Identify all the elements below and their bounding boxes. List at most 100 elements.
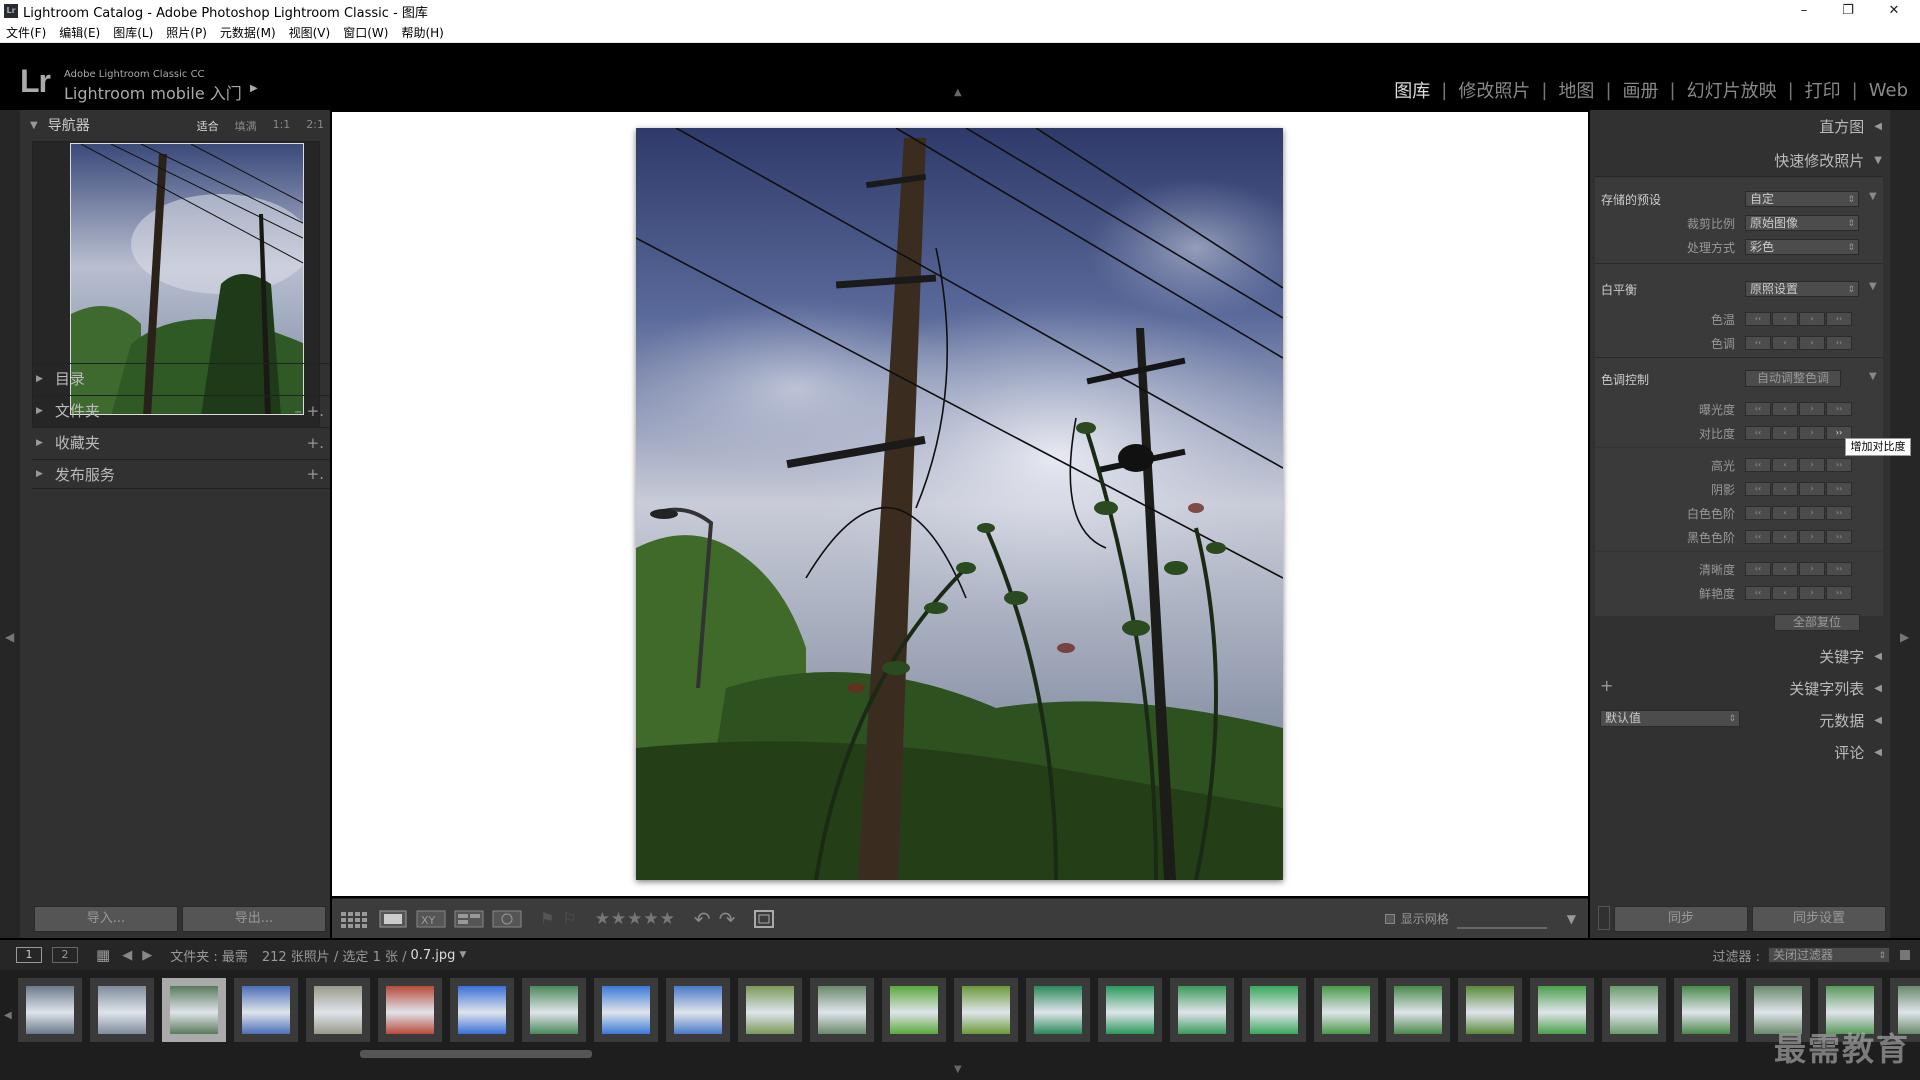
auto-sync-toggle[interactable] [1598, 906, 1610, 930]
reject-flag-icon[interactable]: ⚐ [562, 909, 576, 928]
filmstrip-thumbnail[interactable] [1098, 978, 1162, 1042]
filmstrip-thumbnail[interactable] [1386, 978, 1450, 1042]
sync-button[interactable]: 同步 [1614, 906, 1748, 932]
forward-arrow-icon[interactable]: ▶ [142, 948, 152, 963]
filmstrip-source[interactable]: 文件夹 : 最需 [170, 946, 248, 965]
shadows-buttons[interactable]: ‹‹ ‹ › ›› [1745, 482, 1852, 496]
filmstrip-thumbnail[interactable] [378, 978, 442, 1042]
filmstrip-thumbnail[interactable] [1242, 978, 1306, 1042]
menu-edit[interactable]: 编辑(E) [59, 24, 100, 41]
reset-all-button[interactable]: 全部复位 [1774, 614, 1860, 631]
filmstrip-thumbnail[interactable] [666, 978, 730, 1042]
grid-icon[interactable]: ▦ [96, 946, 110, 964]
compare-view-icon[interactable]: XY [416, 909, 446, 929]
filmstrip-thumbnail[interactable] [954, 978, 1018, 1042]
white-balance-dropdown[interactable]: 原照设置 ⇕ [1745, 281, 1859, 297]
main-photo[interactable] [636, 128, 1283, 880]
people-view-icon[interactable] [492, 909, 522, 929]
saved-preset-dropdown[interactable]: 自定 ⇕ [1745, 191, 1859, 207]
show-grid-checkbox[interactable] [1384, 913, 1395, 924]
close-button[interactable]: ✕ [1872, 0, 1916, 22]
wb-triangle-icon[interactable]: ▼ [1869, 281, 1877, 292]
whites-buttons[interactable]: ‹‹ ‹ › ›› [1745, 506, 1852, 520]
vibrance-buttons[interactable]: ‹‹ ‹ › ›› [1745, 586, 1852, 600]
filmstrip-thumbnail[interactable] [738, 978, 802, 1042]
module-library[interactable]: 图库 [1394, 77, 1430, 103]
export-button[interactable]: 导出... [182, 906, 326, 932]
tint-buttons[interactable]: ‹‹ ‹ › ›› [1745, 336, 1852, 350]
collections-section[interactable]: ▶ 收藏夹 +. [32, 427, 330, 457]
left-collapse-icon[interactable]: ◀ [5, 630, 14, 644]
filmstrip-thumbnail[interactable] [594, 978, 658, 1042]
comments-header[interactable]: 评论 ◀ [1834, 742, 1882, 763]
filter-dropdown[interactable]: 关闭过滤器 ⇕ [1768, 947, 1890, 963]
metadata-header[interactable]: 元数据 ◀ [1819, 710, 1882, 731]
filename-menu-icon[interactable]: ▼ [459, 950, 466, 960]
minimize-button[interactable]: – [1782, 0, 1826, 22]
zoom-2-1[interactable]: 2:1 [306, 118, 324, 134]
flag-icon[interactable]: ⚑ [540, 909, 554, 928]
filmstrip-thumbnail[interactable] [1602, 978, 1666, 1042]
right-collapse-icon[interactable]: ▶ [1900, 630, 1909, 644]
filmstrip-thumbnail[interactable] [234, 978, 298, 1042]
add-keyword-icon[interactable]: + [1600, 676, 1613, 695]
zoom-fill[interactable]: 填满 [235, 118, 257, 134]
filmstrip-thumbnail[interactable] [1170, 978, 1234, 1042]
module-book[interactable]: 画册 [1623, 77, 1659, 103]
module-develop[interactable]: 修改照片 [1458, 77, 1530, 103]
grid-size-slider[interactable] [1456, 926, 1547, 929]
temp-buttons[interactable]: ‹‹ ‹ › ›› [1745, 312, 1852, 326]
left-panel-edge[interactable]: ◀ [0, 110, 20, 938]
play-icon[interactable]: ▶ [250, 83, 258, 94]
filmstrip-thumbnail[interactable] [1458, 978, 1522, 1042]
exposure-buttons[interactable]: ‹‹ ‹ › ›› [1745, 402, 1852, 416]
grid-view-icon[interactable] [340, 909, 370, 929]
lightroom-mobile-link[interactable]: Lightroom mobile 入门 [64, 80, 242, 104]
module-web[interactable]: Web [1869, 80, 1908, 101]
tone-triangle-icon[interactable]: ▼ [1869, 371, 1877, 382]
crop-overlay-icon[interactable] [749, 909, 779, 929]
menu-metadata[interactable]: 元数据(M) [220, 24, 276, 41]
keyword-list-header[interactable]: 关键字列表 ◀ [1789, 678, 1882, 699]
bottom-panel-toggle-icon[interactable]: ▼ [954, 1064, 962, 1075]
selected-filename[interactable]: 0.7.jpg [410, 948, 455, 963]
zoom-fit[interactable]: 适合 [197, 118, 219, 134]
star-rating[interactable]: ★★★★★ [595, 909, 676, 929]
survey-view-icon[interactable] [454, 909, 484, 929]
rotate-right-icon[interactable]: ↷ [719, 907, 736, 931]
secondary-window-button[interactable]: 2 [52, 947, 78, 963]
maximize-button[interactable]: ❐ [1826, 0, 1870, 22]
zoom-1-1[interactable]: 1:1 [273, 118, 291, 134]
filmstrip-thumbnail[interactable] [306, 978, 370, 1042]
filmstrip-thumbnail[interactable] [90, 978, 154, 1042]
menu-file[interactable]: 文件(F) [6, 24, 46, 41]
filmstrip-thumbnail[interactable] [1674, 978, 1738, 1042]
filmstrip-thumbnail[interactable] [1530, 978, 1594, 1042]
menu-library[interactable]: 图库(L) [113, 24, 153, 41]
filter-lock-icon[interactable] [1900, 950, 1910, 960]
menu-help[interactable]: 帮助(H) [401, 24, 443, 41]
filmstrip-thumbnail[interactable] [882, 978, 946, 1042]
filmstrip-scrollbar[interactable] [360, 1050, 592, 1058]
folders-section[interactable]: ▶ 文件夹 – +. [32, 395, 330, 425]
toolbar-menu-chevron-icon[interactable]: ▼ [1567, 912, 1576, 926]
right-panel-edge[interactable]: ▶ [1890, 110, 1920, 938]
filmstrip-thumbnail[interactable] [1026, 978, 1090, 1042]
filmstrip-thumbnail[interactable] [810, 978, 874, 1042]
clarity-buttons[interactable]: ‹‹ ‹ › ›› [1745, 562, 1852, 576]
module-print[interactable]: 打印 [1805, 77, 1841, 103]
crop-ratio-dropdown[interactable]: 原始图像 ⇕ [1745, 215, 1859, 231]
back-arrow-icon[interactable]: ◀ [122, 948, 132, 963]
quick-develop-header[interactable]: 快速修改照片 ▼ [1774, 150, 1882, 171]
blacks-buttons[interactable]: ‹‹ ‹ › ›› [1745, 530, 1852, 544]
treatment-dropdown[interactable]: 彩色 ⇕ [1745, 239, 1859, 255]
module-slideshow[interactable]: 幻灯片放映 [1687, 77, 1777, 103]
filmstrip-thumbnail[interactable] [162, 978, 226, 1042]
menu-window[interactable]: 窗口(W) [343, 24, 388, 41]
collections-add-icon[interactable]: +. [307, 434, 324, 452]
histogram-header[interactable]: 直方图 ◀ [1819, 116, 1882, 137]
menu-view[interactable]: 视图(V) [289, 24, 331, 41]
contrast-buttons[interactable]: ‹‹ ‹ › ›› [1745, 426, 1852, 440]
rotate-left-icon[interactable]: ↶ [694, 907, 711, 931]
filmstrip-left-icon[interactable]: ◀ [4, 1010, 12, 1021]
